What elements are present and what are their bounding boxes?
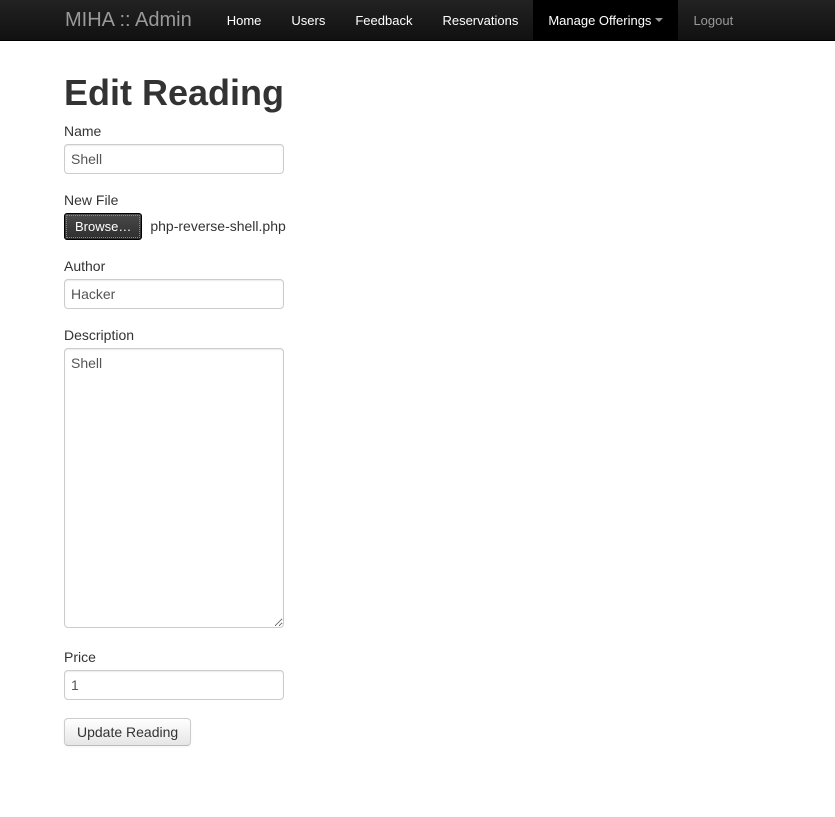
description-label: Description (64, 327, 835, 343)
nav-list: Home Users Feedback Reservations Manage … (212, 0, 748, 40)
nav-users[interactable]: Users (276, 0, 340, 40)
nav-logout[interactable]: Logout (678, 0, 748, 40)
page-title: Edit Reading (64, 73, 835, 113)
nav-home[interactable]: Home (212, 0, 277, 40)
nav-manage-offerings[interactable]: Manage Offerings (533, 0, 678, 40)
name-input[interactable] (64, 144, 284, 174)
navbar: MIHA :: Admin Home Users Feedback Reserv… (0, 0, 835, 41)
author-input[interactable] (64, 279, 284, 309)
name-label: Name (64, 123, 835, 139)
nav-feedback[interactable]: Feedback (340, 0, 427, 40)
caret-icon (655, 18, 663, 22)
edit-reading-form: Name New File Browse… php-reverse-shell.… (64, 123, 835, 746)
update-reading-button[interactable]: Update Reading (64, 718, 191, 746)
description-textarea[interactable] (64, 348, 284, 628)
browse-button[interactable]: Browse… (64, 213, 142, 240)
author-label: Author (64, 258, 835, 274)
nav-reservations[interactable]: Reservations (427, 0, 533, 40)
price-input[interactable] (64, 670, 284, 700)
main-container: Edit Reading Name New File Browse… php-r… (0, 41, 835, 746)
newfile-label: New File (64, 192, 835, 208)
brand-link[interactable]: MIHA :: Admin (65, 0, 212, 40)
selected-file-name: php-reverse-shell.php (150, 218, 285, 234)
price-label: Price (64, 649, 835, 665)
nav-manage-offerings-label: Manage Offerings (548, 13, 651, 28)
